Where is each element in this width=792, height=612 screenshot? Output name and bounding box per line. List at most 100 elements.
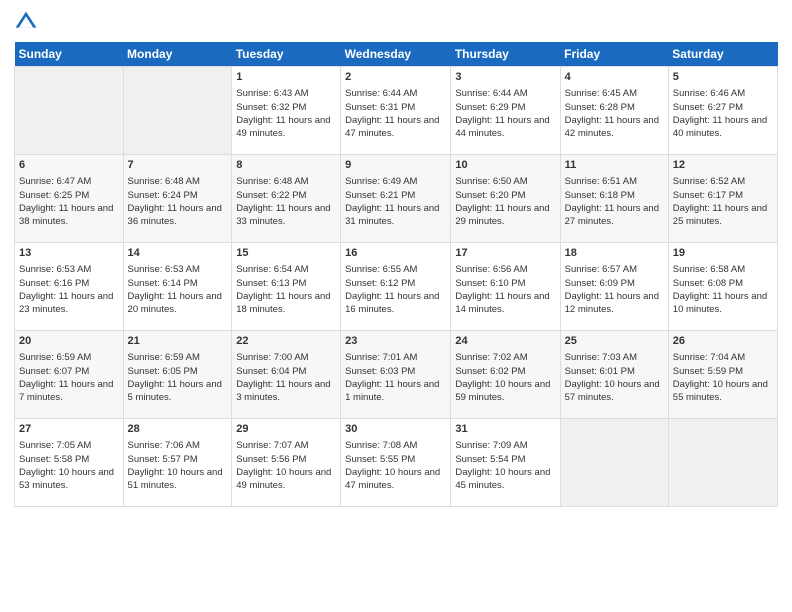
sunset-text: Sunset: 6:32 PM [236, 102, 306, 113]
sunrise-text: Sunrise: 6:48 AM [128, 176, 200, 187]
calendar-cell: 24Sunrise: 7:02 AMSunset: 6:02 PMDayligh… [451, 331, 560, 419]
day-number: 26 [673, 334, 773, 349]
calendar-cell: 27Sunrise: 7:05 AMSunset: 5:58 PMDayligh… [15, 419, 124, 507]
day-number: 28 [128, 422, 228, 437]
daylight-text: Daylight: 11 hours and 7 minutes. [19, 379, 113, 403]
week-row-5: 27 Sunrise: 7:05 AM Sunset: 5:58 PM Dayligh… [15, 419, 778, 507]
sunset-text: Sunset: 6:10 PM [455, 278, 525, 289]
daylight-text: Daylight: 11 hours and 49 minutes. [236, 115, 330, 139]
sunset-text: Sunset: 6:21 PM [345, 190, 415, 201]
sunset-text: Sunset: 6:24 PM [128, 190, 198, 201]
calendar-cell [15, 67, 124, 155]
day-number: 22 [236, 334, 336, 349]
calendar-cell: 16Sunrise: 6:55 AMSunset: 6:12 PMDayligh… [341, 243, 451, 331]
daylight-text: Daylight: 11 hours and 18 minutes. [236, 291, 330, 315]
day-number: 4 [565, 70, 664, 85]
sunrise-text: Sunrise: 6:53 AM [128, 264, 200, 275]
calendar-cell: 30Sunrise: 7:08 AMSunset: 5:55 PMDayligh… [341, 419, 451, 507]
sunset-text: Sunset: 6:04 PM [236, 366, 306, 377]
calendar-cell: 21Sunrise: 6:59 AMSunset: 6:05 PMDayligh… [123, 331, 232, 419]
day-header-sunday: Sunday [15, 42, 124, 67]
day-number: 27 [19, 422, 119, 437]
header [14, 10, 778, 34]
sunset-text: Sunset: 6:29 PM [455, 102, 525, 113]
sunrise-text: Sunrise: 7:09 AM [455, 440, 527, 451]
week-row-2: 6Sunrise: 6:47 AMSunset: 6:25 PMDaylight… [15, 155, 778, 243]
sunrise-text: Sunrise: 6:54 AM [236, 264, 308, 275]
calendar-cell [123, 67, 232, 155]
day-number: 7 [128, 158, 228, 173]
sunrise-text: Sunrise: 6:43 AM [236, 88, 308, 99]
sunrise-text: Sunrise: 6:58 AM [673, 264, 745, 275]
sunrise-text: Sunrise: 6:56 AM [455, 264, 527, 275]
daylight-text: Daylight: 10 hours and 55 minutes. [673, 379, 768, 403]
sunset-text: Sunset: 6:22 PM [236, 190, 306, 201]
sunrise-text: Sunrise: 7:03 AM [565, 352, 637, 363]
day-header-tuesday: Tuesday [232, 42, 341, 67]
calendar-cell: 10Sunrise: 6:50 AMSunset: 6:20 PMDayligh… [451, 155, 560, 243]
sunset-text: Sunset: 5:59 PM [673, 366, 743, 377]
sunset-text: Sunset: 6:05 PM [128, 366, 198, 377]
day-number: 5 [673, 70, 773, 85]
sunset-text: Sunset: 6:02 PM [455, 366, 525, 377]
calendar-cell [560, 419, 668, 507]
sunrise-text: Sunrise: 6:45 AM [565, 88, 637, 99]
calendar-cell: 11Sunrise: 6:51 AMSunset: 6:18 PMDayligh… [560, 155, 668, 243]
daylight-text: Daylight: 11 hours and 16 minutes. [345, 291, 439, 315]
calendar-cell: 8Sunrise: 6:48 AMSunset: 6:22 PMDaylight… [232, 155, 341, 243]
sunrise-text: Sunrise: 6:51 AM [565, 176, 637, 187]
sunset-text: Sunset: 5:57 PM [128, 454, 198, 465]
page-container: SundayMondayTuesdayWednesdayThursdayFrid… [0, 0, 792, 517]
sunset-text: Sunset: 6:20 PM [455, 190, 525, 201]
calendar-cell: 7 Sunrise: 6:48 AM Sunset: 6:24 PM Daylight… [123, 155, 232, 243]
daylight-text: Daylight: 11 hours and 36 minutes. [128, 203, 222, 227]
daylight-text: Daylight: 11 hours and 10 minutes. [673, 291, 767, 315]
calendar-cell: 14Sunrise: 6:53 AMSunset: 6:14 PMDayligh… [123, 243, 232, 331]
daylight-text: Daylight: 11 hours and 44 minutes. [455, 115, 549, 139]
calendar-table: SundayMondayTuesdayWednesdayThursdayFrid… [14, 42, 778, 507]
day-header-wednesday: Wednesday [341, 42, 451, 67]
daylight-text: Daylight: 11 hours and 33 minutes. [236, 203, 330, 227]
daylight-text: Daylight: 10 hours and 49 minutes. [236, 467, 331, 491]
day-number: 16 [345, 246, 446, 261]
daylight-text: Daylight: 11 hours and 31 minutes. [345, 203, 439, 227]
sunrise-text: Sunrise: 7:05 AM [19, 440, 91, 451]
calendar-cell: 18Sunrise: 6:57 AMSunset: 6:09 PMDayligh… [560, 243, 668, 331]
sunset-text: Sunset: 6:18 PM [565, 190, 635, 201]
sunrise-text: Sunrise: 6:44 AM [345, 88, 417, 99]
day-number: 17 [455, 246, 555, 261]
daylight-text: Daylight: 11 hours and 5 minutes. [128, 379, 222, 403]
sunset-text: Sunset: 5:55 PM [345, 454, 415, 465]
sunset-text: Sunset: 6:08 PM [673, 278, 743, 289]
logo [14, 10, 42, 34]
day-number: 30 [345, 422, 446, 437]
sunrise-text: Sunrise: 6:59 AM [128, 352, 200, 363]
day-number: 31 [455, 422, 555, 437]
daylight-text: Daylight: 11 hours and 38 minutes. [19, 203, 113, 227]
calendar-cell: 13Sunrise: 6:53 AMSunset: 6:16 PMDayligh… [15, 243, 124, 331]
daylight-text: Daylight: 11 hours and 27 minutes. [565, 203, 659, 227]
week-row-3: 13Sunrise: 6:53 AMSunset: 6:16 PMDayligh… [15, 243, 778, 331]
daylight-text: Daylight: 11 hours and 20 minutes. [128, 291, 222, 315]
calendar-cell: 23Sunrise: 7:01 AMSunset: 6:03 PMDayligh… [341, 331, 451, 419]
day-number: 18 [565, 246, 664, 261]
day-number: 2 [345, 70, 446, 85]
sunset-text: Sunset: 6:01 PM [565, 366, 635, 377]
sunrise-text: Sunrise: 6:57 AM [565, 264, 637, 275]
sunrise-text: Sunrise: 6:49 AM [345, 176, 417, 187]
calendar-cell: 6Sunrise: 6:47 AMSunset: 6:25 PMDaylight… [15, 155, 124, 243]
day-number: 24 [455, 334, 555, 349]
sunrise-text: Sunrise: 6:55 AM [345, 264, 417, 275]
sunrise-text: Sunrise: 7:07 AM [236, 440, 308, 451]
day-number: 23 [345, 334, 446, 349]
sunset-text: Sunset: 6:03 PM [345, 366, 415, 377]
calendar-cell: 22Sunrise: 7:00 AMSunset: 6:04 PMDayligh… [232, 331, 341, 419]
sunset-text: Sunset: 6:07 PM [19, 366, 89, 377]
sunset-text: Sunset: 6:09 PM [565, 278, 635, 289]
calendar-cell: 17Sunrise: 6:56 AMSunset: 6:10 PMDayligh… [451, 243, 560, 331]
sunset-text: Sunset: 5:58 PM [19, 454, 89, 465]
sunrise-text: Sunrise: 7:02 AM [455, 352, 527, 363]
calendar-cell: 26Sunrise: 7:04 AMSunset: 5:59 PMDayligh… [668, 331, 777, 419]
sunset-text: Sunset: 5:56 PM [236, 454, 306, 465]
daylight-text: Daylight: 10 hours and 51 minutes. [128, 467, 223, 491]
